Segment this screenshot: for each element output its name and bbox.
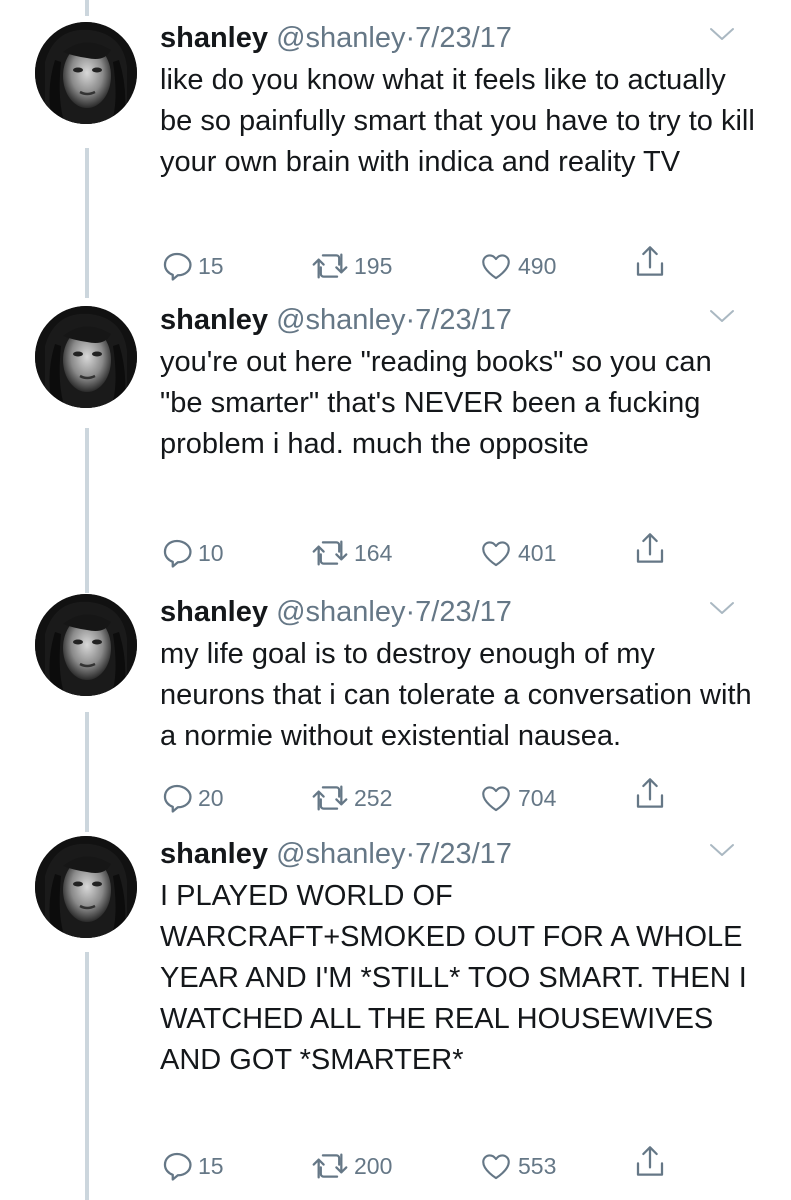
reply-button[interactable]: 20 [160, 780, 224, 816]
retweet-count: 164 [354, 539, 393, 566]
like-icon [478, 536, 514, 570]
like-button[interactable]: 401 [478, 535, 556, 571]
separator-dot: · [405, 596, 416, 628]
like-count: 401 [518, 539, 557, 566]
separator-dot: · [405, 838, 416, 870]
thread-line [85, 148, 89, 298]
retweet-button[interactable]: 252 [310, 780, 392, 816]
like-button[interactable]: 704 [478, 780, 556, 816]
retweet-button[interactable]: 200 [310, 1148, 392, 1184]
tweet-header: shanley @shanley·7/23/17 [160, 834, 761, 874]
tweet-text: my life goal is to destroy enough of my … [160, 638, 752, 752]
avatar[interactable] [35, 594, 137, 696]
avatar[interactable] [35, 22, 137, 124]
thread-line [85, 0, 89, 16]
reply-icon [160, 249, 194, 283]
tweet-actions: 10 164 401 [160, 533, 680, 571]
tweet-header: shanley @shanley·7/23/17 [160, 300, 761, 340]
retweet-count: 195 [354, 252, 393, 279]
like-icon [478, 1149, 514, 1183]
thread-line [85, 712, 89, 832]
tweet-text: like do you know what it feels like to a… [160, 64, 755, 178]
display-name[interactable]: shanley [160, 304, 268, 336]
reply-icon [160, 781, 194, 815]
tweet-header: shanley @shanley·7/23/17 [160, 592, 761, 632]
display-name[interactable]: shanley [160, 838, 268, 870]
reply-icon [160, 1149, 194, 1183]
tweet-actions: 20 252 704 [160, 778, 680, 816]
user-handle[interactable]: @shanley [276, 596, 405, 628]
like-count: 704 [518, 784, 557, 811]
separator-dot: · [405, 304, 416, 336]
thread-line [85, 952, 89, 1200]
share-icon [634, 243, 666, 281]
like-button[interactable]: 553 [478, 1148, 556, 1184]
share-icon [634, 1143, 666, 1181]
reply-button[interactable]: 15 [160, 1148, 224, 1184]
retweet-button[interactable]: 195 [310, 248, 392, 284]
display-name[interactable]: shanley [160, 22, 268, 54]
share-button[interactable] [634, 776, 666, 812]
chevron-down-icon[interactable] [709, 308, 735, 326]
chevron-down-icon[interactable] [709, 26, 735, 44]
like-button[interactable]: 490 [478, 248, 556, 284]
tweet-text: you're out here "reading books" so you c… [160, 346, 712, 460]
reply-count: 15 [198, 1152, 224, 1179]
like-count: 553 [518, 1152, 557, 1179]
tweet-date[interactable]: 7/23/17 [415, 22, 512, 54]
share-button[interactable] [634, 244, 666, 280]
user-handle[interactable]: @shanley [276, 22, 405, 54]
tweet-text: I PLAYED WORLD OF WARCRAFT+SMOKED OUT FO… [160, 880, 747, 1076]
share-button[interactable] [634, 1144, 666, 1180]
tweet-date[interactable]: 7/23/17 [415, 596, 512, 628]
tweet-actions: 15 200 553 [160, 1146, 680, 1184]
tweet-header: shanley @shanley·7/23/17 [160, 18, 761, 58]
retweet-button[interactable]: 164 [310, 535, 392, 571]
thread-line [85, 428, 89, 593]
like-count: 490 [518, 252, 557, 279]
tweet-date[interactable]: 7/23/17 [415, 304, 512, 336]
display-name[interactable]: shanley [160, 596, 268, 628]
user-handle[interactable]: @shanley [276, 304, 405, 336]
tweet-actions: 15 195 490 [160, 246, 680, 284]
retweet-count: 200 [354, 1152, 393, 1179]
like-icon [478, 781, 514, 815]
reply-count: 20 [198, 784, 224, 811]
chevron-down-icon[interactable] [709, 842, 735, 860]
avatar[interactable] [35, 836, 137, 938]
user-handle[interactable]: @shanley [276, 838, 405, 870]
retweet-icon [310, 249, 350, 283]
reply-count: 10 [198, 539, 224, 566]
share-button[interactable] [634, 531, 666, 567]
retweet-count: 252 [354, 784, 393, 811]
separator-dot: · [405, 22, 416, 54]
reply-count: 15 [198, 252, 224, 279]
retweet-icon [310, 781, 350, 815]
reply-button[interactable]: 15 [160, 248, 224, 284]
retweet-icon [310, 536, 350, 570]
retweet-icon [310, 1149, 350, 1183]
share-icon [634, 775, 666, 813]
share-icon [634, 530, 666, 568]
avatar[interactable] [35, 306, 137, 408]
chevron-down-icon[interactable] [709, 600, 735, 618]
reply-icon [160, 536, 194, 570]
tweet-date[interactable]: 7/23/17 [415, 838, 512, 870]
reply-button[interactable]: 10 [160, 535, 224, 571]
like-icon [478, 249, 514, 283]
